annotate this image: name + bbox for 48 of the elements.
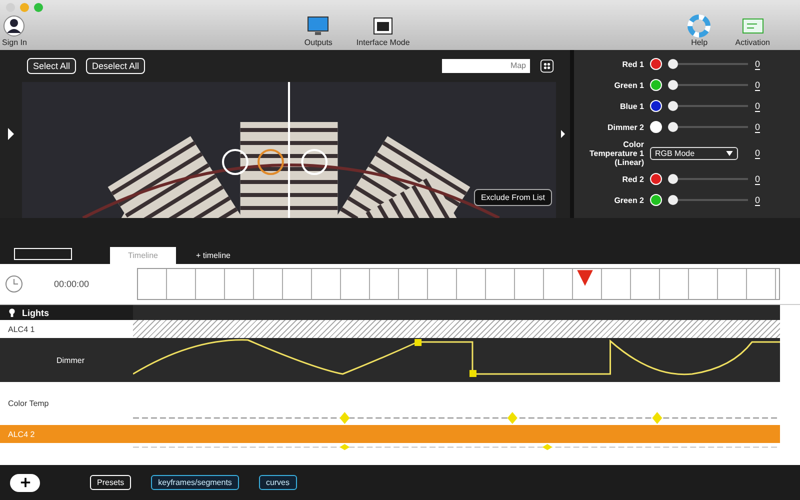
footer-button[interactable]: Presets (90, 475, 132, 490)
channel-label: Green 2 (613, 196, 644, 205)
exclude-button[interactable]: Exclude From List (474, 188, 552, 206)
time-display: 00:00:00 (54, 279, 90, 290)
expand-arrow-icon[interactable] (8, 128, 14, 140)
grid-icon[interactable] (540, 58, 554, 73)
caret-icon (726, 150, 733, 156)
stage-button[interactable]: Deselect All (86, 58, 146, 74)
collapse-arrow-icon[interactable] (561, 130, 565, 138)
track-label: ALC4 1 (8, 324, 35, 334)
value-field[interactable]: 0 (754, 194, 760, 206)
playhead-icon[interactable] (576, 269, 594, 288)
toolbar-button[interactable]: Outputs (304, 14, 332, 47)
track-label: Color Temp (8, 399, 49, 408)
stage-button[interactable]: Select All (27, 58, 76, 74)
search-field[interactable]: Map (442, 58, 530, 73)
monitor-icon (306, 14, 330, 38)
section-label: Lights (22, 308, 49, 318)
value-field[interactable]: 0 (754, 80, 760, 91)
value-field[interactable]: 0 (754, 148, 760, 159)
track-label: ALC4 2 (8, 430, 35, 439)
toolbar-button[interactable]: Activation (735, 14, 770, 47)
toolbar-button[interactable]: Sign In (2, 14, 27, 47)
timeline-tab[interactable]: + timeline (184, 247, 242, 264)
value-field[interactable]: 0 (754, 122, 760, 133)
channel-label: Blue 1 (618, 102, 644, 111)
track-selector[interactable] (14, 248, 72, 260)
channel-label: Color Temperature 1 (Linear) (588, 140, 644, 167)
channel-label: Green 1 (613, 80, 644, 90)
value-field[interactable]: 0 (754, 100, 760, 112)
value-field[interactable]: 0 (754, 58, 760, 70)
value-field[interactable]: 0 (754, 174, 760, 185)
footer-button[interactable]: curves (258, 475, 296, 490)
lifebuoy-icon (687, 14, 712, 38)
footer-button[interactable]: keyframes/segments (151, 475, 239, 490)
user-icon (2, 14, 26, 38)
track-label: Dimmer (56, 356, 84, 365)
add-button[interactable] (10, 474, 40, 492)
time-ruler[interactable] (137, 268, 780, 300)
channel-label: Dimmer 2 (606, 122, 644, 132)
toolbar-button[interactable]: Help (687, 14, 712, 47)
channel-label: Red 2 (621, 174, 644, 184)
toolbar-button[interactable]: Interface Mode (356, 14, 410, 47)
mode-dropdown[interactable]: RGB Mode (650, 146, 738, 160)
channel-label: Red 1 (621, 60, 644, 69)
clock-icon (4, 274, 24, 294)
bulb-icon (8, 308, 16, 318)
plus-icon (20, 477, 30, 488)
